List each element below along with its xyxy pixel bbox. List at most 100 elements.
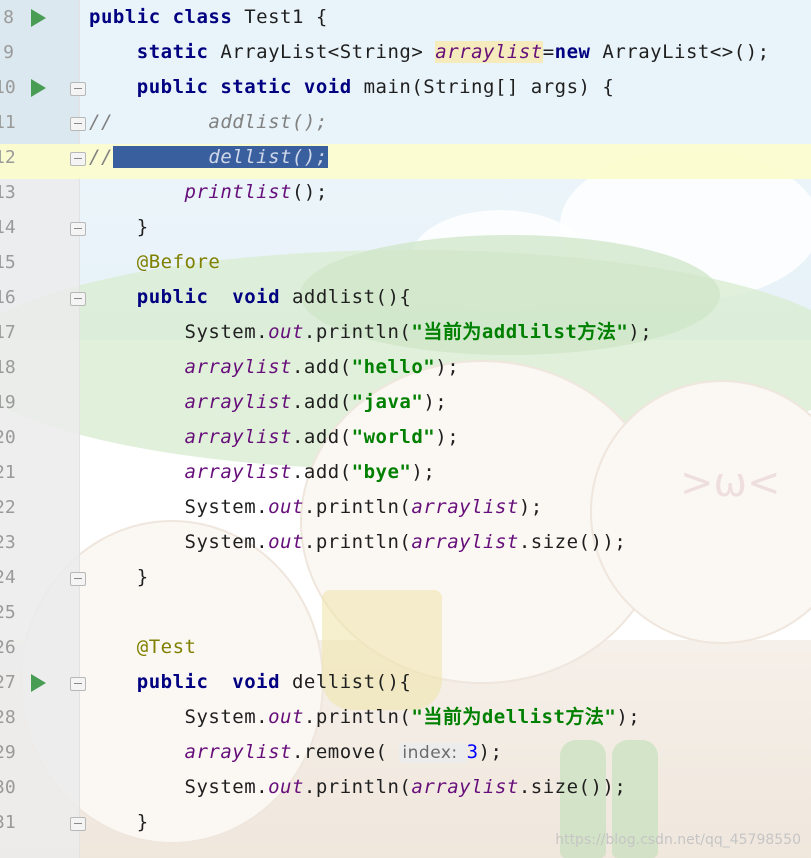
fold-end-marker-icon[interactable] xyxy=(70,222,86,236)
fold-end-marker-icon[interactable] xyxy=(70,152,86,166)
code-line[interactable]: 17 System.out.println("当前为addlilst方法"); xyxy=(0,315,811,350)
code-line[interactable]: 29 arraylist.remove( index: 3); xyxy=(0,735,811,770)
code-line[interactable]: 18 arraylist.add("hello"); xyxy=(0,350,811,385)
run-gutter-icon[interactable] xyxy=(31,9,46,27)
code-token: // xyxy=(89,146,113,168)
code-text[interactable]: arraylist.add("hello"); xyxy=(89,355,459,379)
code-text[interactable]: // addlist(); xyxy=(89,110,328,134)
code-text[interactable]: System.out.println(arraylist.size()); xyxy=(89,775,626,799)
code-line[interactable]: 30 System.out.println(arraylist.size()); xyxy=(0,770,811,805)
code-line[interactable]: 28 System.out.println("当前为dellist方法"); xyxy=(0,700,811,735)
fold-end-marker-icon[interactable] xyxy=(70,817,86,831)
code-token: ); xyxy=(435,356,460,378)
code-line[interactable]: 21 arraylist.add("bye"); xyxy=(0,455,811,490)
code-token: } xyxy=(89,216,149,238)
code-token: arraylist xyxy=(184,461,292,483)
code-token: .println( xyxy=(303,321,412,343)
code-token: public void xyxy=(136,671,292,693)
fold-marker-icon[interactable] xyxy=(70,677,86,691)
code-token: .add( xyxy=(291,391,352,413)
code-line[interactable]: 10 public static void main(String[] args… xyxy=(0,70,811,105)
line-number: 21 xyxy=(0,462,16,483)
code-line[interactable]: 23 System.out.println(arraylist.size()); xyxy=(0,525,811,560)
code-line[interactable]: 14 } xyxy=(0,210,811,245)
line-number: 31 xyxy=(0,812,16,833)
code-token: arraylist xyxy=(184,391,292,413)
code-text[interactable]: } xyxy=(89,810,149,834)
line-number: 13 xyxy=(0,182,16,203)
code-text[interactable]: public void addlist(){ xyxy=(89,285,411,309)
code-text[interactable]: public void dellist(){ xyxy=(89,670,411,694)
code-line[interactable]: 24 } xyxy=(0,560,811,595)
code-token: main(String[] args) { xyxy=(363,76,615,98)
code-token: arraylist xyxy=(184,741,292,763)
code-text[interactable]: System.out.println("当前为addlilst方法"); xyxy=(89,320,652,344)
code-text[interactable]: System.out.println("当前为dellist方法"); xyxy=(89,705,640,729)
code-text[interactable]: printlist(); xyxy=(89,180,328,204)
code-line[interactable]: 11 // addlist(); xyxy=(0,105,811,140)
code-token: public void xyxy=(136,286,292,308)
code-line[interactable]: 19 arraylist.add("java"); xyxy=(0,385,811,420)
line-number: 18 xyxy=(0,357,16,378)
fold-end-marker-icon[interactable] xyxy=(70,117,86,131)
code-text[interactable]: arraylist.add("java"); xyxy=(89,390,447,414)
fold-marker-icon[interactable] xyxy=(70,82,86,96)
fold-marker-icon[interactable] xyxy=(70,292,86,306)
code-token: } xyxy=(89,811,149,833)
code-text[interactable]: // dellist(); xyxy=(89,145,328,169)
code-token: ); xyxy=(628,321,653,343)
code-text[interactable]: arraylist.add("bye"); xyxy=(89,460,435,484)
line-number: 25 xyxy=(0,602,16,623)
line-number: 10 xyxy=(0,77,16,98)
code-token: = xyxy=(542,41,555,63)
code-token: ); xyxy=(411,461,436,483)
code-text[interactable]: @Test xyxy=(89,635,196,659)
code-token: .println( xyxy=(303,531,412,553)
code-line[interactable]: 9 static ArrayList<String> arraylist=new… xyxy=(0,35,811,70)
code-token: public static void xyxy=(136,76,364,98)
code-token: arraylist xyxy=(411,496,519,518)
line-number: 17 xyxy=(0,322,16,343)
fold-end-marker-icon[interactable] xyxy=(70,572,86,586)
code-text[interactable]: arraylist.add("world"); xyxy=(89,425,459,449)
code-text[interactable]: static ArrayList<String> arraylist=new A… xyxy=(89,40,770,64)
line-number: 24 xyxy=(0,567,16,588)
code-text[interactable]: public static void main(String[] args) { xyxy=(89,75,614,99)
code-text[interactable]: } xyxy=(89,565,149,589)
code-token xyxy=(112,146,185,168)
line-number: 11 xyxy=(0,112,16,133)
code-line[interactable]: 22 System.out.println(arraylist); xyxy=(0,490,811,525)
code-token: ArrayList<String> xyxy=(220,41,436,63)
code-line[interactable]: 25 xyxy=(0,595,811,630)
code-token: out xyxy=(268,531,304,553)
code-line[interactable]: 13 printlist(); xyxy=(0,175,811,210)
code-token: dellist(); xyxy=(184,146,328,168)
line-number: 28 xyxy=(0,707,16,728)
code-line[interactable]: 16 public void addlist(){ xyxy=(0,280,811,315)
code-line[interactable]: 12 // dellist(); xyxy=(0,140,811,175)
code-token: out xyxy=(268,776,304,798)
code-token: System. xyxy=(89,531,269,553)
code-line[interactable]: 26 @Test xyxy=(0,630,811,665)
code-token: System. xyxy=(89,776,269,798)
run-gutter-icon[interactable] xyxy=(31,79,46,97)
code-line[interactable]: 8 public class Test1 { xyxy=(0,0,811,35)
code-text[interactable]: System.out.println(arraylist.size()); xyxy=(89,530,626,554)
code-token: // addlist(); xyxy=(89,111,328,133)
run-gutter-icon[interactable] xyxy=(31,674,46,692)
line-number: 27 xyxy=(0,672,16,693)
code-text[interactable]: @Before xyxy=(89,250,220,274)
code-line[interactable]: 15 @Before xyxy=(0,245,811,280)
code-line[interactable]: 27 public void dellist(){ xyxy=(0,665,811,700)
code-token: public class xyxy=(89,6,245,28)
code-text[interactable]: public class Test1 { xyxy=(89,5,328,29)
code-token: ); xyxy=(616,706,641,728)
code-text[interactable]: arraylist.remove( index: 3); xyxy=(89,740,502,765)
code-line[interactable]: 20 arraylist.add("world"); xyxy=(0,420,811,455)
code-text[interactable]: System.out.println(arraylist); xyxy=(89,495,543,519)
code-text[interactable]: } xyxy=(89,215,149,239)
